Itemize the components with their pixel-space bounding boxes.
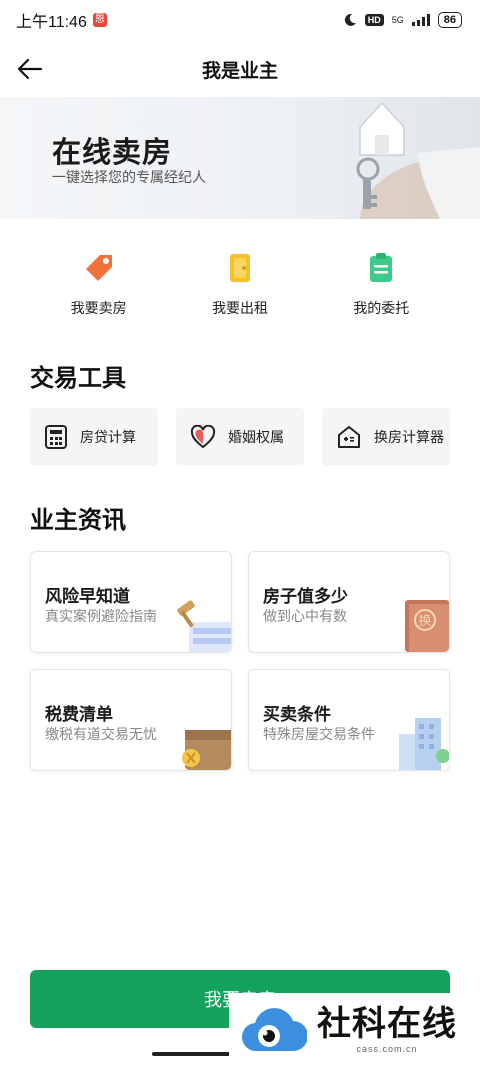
moon-icon xyxy=(344,13,356,26)
quick-action-sell[interactable]: 我要卖房 xyxy=(44,250,154,318)
gavel-icon xyxy=(177,600,231,652)
card-title: 税费清单 xyxy=(45,705,113,724)
news-card-conditions[interactable]: 买卖条件 特殊房屋交易条件 xyxy=(248,669,450,771)
heart-icon xyxy=(190,425,216,449)
card-subtitle: 缴税有道交易无忧 xyxy=(45,726,157,742)
tool-marriage-ownership[interactable]: 婚姻权属 xyxy=(176,408,304,466)
news-card-value[interactable]: 房子值多少 做到心中有数 换 xyxy=(248,551,450,653)
quick-action-rent[interactable]: 我要出租 xyxy=(185,250,295,318)
status-bar: 上午11:46 恩 HD 5G 86 xyxy=(0,0,480,40)
tool-label: 婚姻权属 xyxy=(228,429,284,445)
cert-glyph: 换 xyxy=(418,614,431,629)
banner-title: 在线卖房 xyxy=(52,137,173,169)
status-time: 上午11:46 xyxy=(16,14,87,31)
watermark-text: 社科在线 cass.com.cn xyxy=(317,1005,457,1054)
tool-label: 房贷计算 xyxy=(80,429,136,445)
news-card-risk[interactable]: 风险早知道 真实案例避险指南 xyxy=(30,551,232,653)
back-button[interactable] xyxy=(14,54,46,84)
house-key-illustration xyxy=(356,101,480,219)
tool-mortgage-calculator[interactable]: 房贷计算 xyxy=(30,408,158,466)
property-cert-icon: 换 xyxy=(405,600,449,652)
status-left: 上午11:46 恩 xyxy=(16,8,107,32)
door-icon xyxy=(222,250,258,286)
card-title: 买卖条件 xyxy=(263,705,331,724)
status-right: HD 5G 86 xyxy=(343,12,462,28)
tool-exchange-calculator[interactable]: 换房计算器 xyxy=(322,408,450,466)
battery-indicator: 86 xyxy=(437,12,462,28)
quick-action-entrust[interactable]: 我的委托 xyxy=(326,250,436,318)
card-title: 风险早知道 xyxy=(45,587,130,606)
notification-icon: 恩 xyxy=(92,13,107,27)
house-calc-icon xyxy=(338,426,360,448)
page-title: 我是业主 xyxy=(201,60,278,82)
quick-actions: 我要卖房 我要出租 我的委托 xyxy=(0,250,480,318)
news-card-tax[interactable]: 税费清单 缴税有道交易无忧 xyxy=(30,669,232,771)
header: 我是业主 xyxy=(0,44,480,94)
news-cards: 风险早知道 真实案例避险指南 房子值多少 做到心中有数 换 税费清单 缴税有道交… xyxy=(30,551,450,771)
signal-icon xyxy=(411,14,430,26)
banner-subtitle: 一键选择您的专属经纪人 xyxy=(52,169,206,185)
tool-label: 换房计算器 xyxy=(374,429,444,445)
card-subtitle: 真实案例避险指南 xyxy=(45,608,157,624)
hd-badge: HD xyxy=(364,14,384,26)
news-section-title: 业主资讯 xyxy=(30,507,126,534)
back-arrow-icon xyxy=(17,58,43,80)
wallet-icon xyxy=(182,730,231,770)
card-title: 房子值多少 xyxy=(263,587,348,606)
tools-row: 房贷计算 婚姻权属 换房计算器 xyxy=(30,408,450,466)
watermark-url: cass.com.cn xyxy=(356,1043,418,1054)
calculator-icon xyxy=(45,425,67,449)
tools-section-title: 交易工具 xyxy=(30,365,126,392)
building-icon xyxy=(399,718,449,770)
card-subtitle: 做到心中有数 xyxy=(263,608,347,624)
price-tag-icon xyxy=(81,250,117,286)
card-subtitle: 特殊房屋交易条件 xyxy=(263,726,375,742)
watermark: 社科在线 cass.com.cn xyxy=(229,993,469,1067)
clipboard-icon xyxy=(363,250,399,286)
quick-action-label: 我要卖房 xyxy=(70,300,127,316)
quick-action-label: 我的委托 xyxy=(353,300,410,316)
sell-banner[interactable]: 在线卖房 一键选择您的专属经纪人 xyxy=(0,97,480,219)
watermark-name: 社科在线 xyxy=(317,1005,457,1044)
quick-action-label: 我要出租 xyxy=(211,300,268,316)
network-label: 5G xyxy=(391,14,404,25)
cloud-logo-icon xyxy=(241,1008,307,1052)
